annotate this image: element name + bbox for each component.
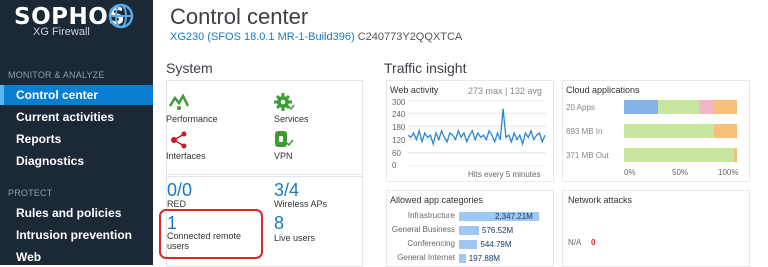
sidebar-item-web[interactable]: Web bbox=[0, 247, 153, 267]
ytick-60: 60 bbox=[392, 149, 401, 158]
cloud-bar-apps bbox=[624, 100, 737, 114]
cloud-bar-in bbox=[624, 124, 737, 138]
section-protect: PROTECT bbox=[8, 188, 53, 198]
category-name: General Internet bbox=[397, 253, 455, 262]
cloud-xtick-0: 0% bbox=[624, 168, 636, 177]
web-activity-chart bbox=[408, 100, 546, 166]
tile-interfaces[interactable]: Interfaces bbox=[166, 151, 206, 161]
tile-performance[interactable]: Performance bbox=[166, 114, 218, 124]
cloud-xtick-50: 50% bbox=[672, 168, 689, 177]
system-heading: System bbox=[166, 60, 213, 76]
live-users-count[interactable]: 8 bbox=[274, 213, 284, 234]
web-activity-summary: 273 max | 132 avg bbox=[468, 86, 542, 96]
ytick-0: 0 bbox=[392, 161, 397, 170]
network-attacks-na-label: N/A bbox=[568, 238, 582, 247]
sidebar-item-current-activities[interactable]: Current activities bbox=[0, 107, 153, 127]
red-count[interactable]: 0/0 bbox=[167, 180, 192, 201]
sidebar-item-rules-and-policies[interactable]: Rules and policies bbox=[0, 203, 153, 223]
network-attacks-value: 0 bbox=[591, 238, 596, 247]
page-title: Control center bbox=[170, 4, 309, 29]
category-value: 197.88M bbox=[468, 254, 500, 263]
category-name: Conferencing bbox=[407, 239, 455, 248]
ytick-180: 180 bbox=[392, 123, 406, 132]
cloud-bar-out bbox=[624, 148, 737, 162]
network-attacks-title: Network attacks bbox=[568, 195, 633, 205]
allowed-apps-title: Allowed app categories bbox=[390, 195, 484, 205]
sidebar-item-intrusion-prevention[interactable]: Intrusion prevention bbox=[0, 225, 153, 245]
globe-icon bbox=[108, 3, 134, 29]
cloud-xtick-100: 100% bbox=[718, 168, 739, 177]
section-monitor: MONITOR & ANALYZE bbox=[8, 70, 105, 80]
performance-icon[interactable] bbox=[168, 92, 190, 112]
category-bar[interactable] bbox=[459, 226, 479, 235]
traffic-heading: Traffic insight bbox=[384, 60, 467, 76]
cloud-apps-title: Cloud applications bbox=[566, 85, 640, 95]
ytick-240: 240 bbox=[392, 110, 406, 119]
tile-services[interactable]: Services bbox=[274, 114, 309, 124]
sidebar: SOPHOS XG Firewall MONITOR & ANALYZE Con… bbox=[0, 0, 153, 265]
web-activity-caption: Hits every 5 minutes bbox=[468, 170, 541, 179]
sidebar-item-reports[interactable]: Reports bbox=[0, 129, 153, 149]
cloud-row-apps: 20 Apps bbox=[566, 103, 595, 112]
sidebar-item-diagnostics[interactable]: Diagnostics bbox=[0, 151, 153, 171]
category-name: General Business bbox=[391, 225, 455, 234]
red-label: RED bbox=[167, 199, 187, 209]
interfaces-icon[interactable] bbox=[168, 130, 190, 150]
category-value: 2,347.21M bbox=[495, 212, 533, 221]
category-bar[interactable] bbox=[459, 240, 478, 249]
services-gear-icon[interactable] bbox=[273, 92, 295, 112]
web-activity-title: Web activity bbox=[390, 85, 439, 95]
cloud-row-out: 371 MB Out bbox=[566, 151, 609, 160]
category-bar[interactable] bbox=[459, 254, 466, 263]
device-info: XG230 (SFOS 18.0.1 MR-1-Build396) C24077… bbox=[170, 31, 462, 43]
category-name: Infrastructure bbox=[407, 211, 455, 220]
cloud-row-in: 693 MB In bbox=[566, 127, 603, 136]
category-value: 576.52M bbox=[482, 226, 514, 235]
product-name: XG Firewall bbox=[33, 26, 90, 38]
device-link[interactable]: XG230 (SFOS 18.0.1 MR-1-Build396) bbox=[170, 31, 355, 43]
live-users-label: Live users bbox=[274, 233, 316, 243]
tile-vpn[interactable]: VPN bbox=[274, 151, 293, 161]
category-value: 544.79M bbox=[480, 240, 512, 249]
vpn-lock-icon[interactable] bbox=[273, 129, 295, 149]
serial-number: C240773Y2QQXTCA bbox=[357, 31, 463, 43]
ytick-300: 300 bbox=[392, 98, 406, 107]
remote-users-highlight bbox=[159, 209, 263, 259]
ytick-120: 120 bbox=[392, 136, 406, 145]
wireless-aps-count[interactable]: 3/4 bbox=[274, 180, 299, 201]
wireless-aps-label: Wireless APs bbox=[274, 199, 328, 209]
sidebar-item-control-center[interactable]: Control center bbox=[0, 85, 153, 105]
